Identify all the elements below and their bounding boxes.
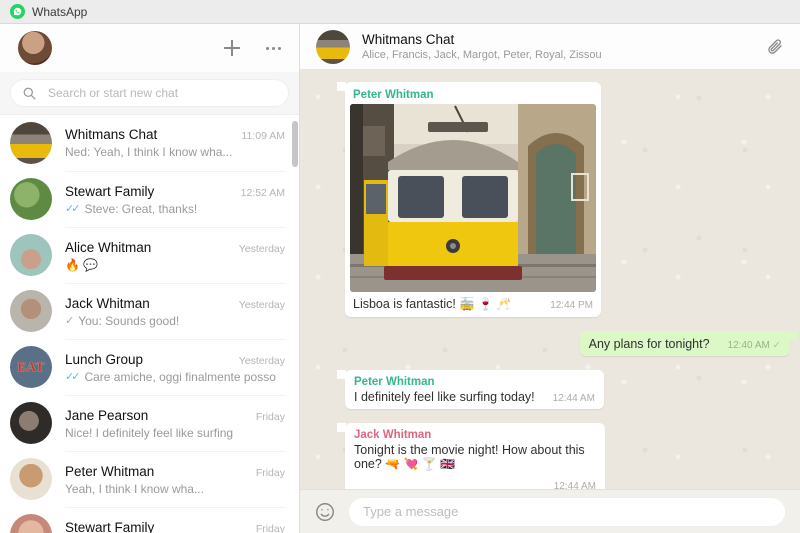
chat-list: Whitmans Chat 11:09 AM Ned: Yeah, I thin… bbox=[0, 115, 299, 533]
chat-preview: ✓ You: Sounds good! bbox=[65, 314, 285, 328]
chat-avatar-eat-sign: EAT bbox=[10, 346, 52, 388]
message-scroll-area[interactable]: Peter Whitman bbox=[300, 70, 800, 489]
message-sender: Jack Whitman bbox=[354, 429, 596, 441]
chat-avatar-jack bbox=[10, 290, 52, 332]
message-photo-peter[interactable]: Peter Whitman bbox=[345, 82, 601, 317]
conversation-title: Whitmans Chat bbox=[362, 32, 602, 47]
chat-avatar-stewart bbox=[10, 514, 52, 533]
search-box[interactable] bbox=[10, 79, 289, 107]
chat-time: Friday bbox=[256, 467, 285, 479]
chat-row-stewart-family-2[interactable]: Stewart Family Friday Steve: Great, than… bbox=[0, 507, 299, 533]
chat-row-alice-whitman[interactable]: Alice Whitman Yesterday 🔥 💬 bbox=[0, 227, 299, 283]
read-receipt-icon: ✓✓ bbox=[65, 202, 80, 215]
message-time: 12:44 AM bbox=[546, 481, 596, 489]
message-input-box[interactable] bbox=[348, 497, 786, 527]
conversation-panel: Whitmans Chat Alice, Francis, Jack, Marg… bbox=[300, 24, 800, 533]
new-chat-plus-icon[interactable] bbox=[224, 40, 240, 56]
chat-time: 11:09 AM bbox=[241, 130, 285, 142]
chat-name: Alice Whitman bbox=[65, 240, 151, 255]
chat-preview: ✓✓ Steve: Great, thanks! bbox=[65, 202, 285, 216]
chat-row-jack-whitman[interactable]: Jack Whitman Yesterday ✓ You: Sounds goo… bbox=[0, 283, 299, 339]
whatsapp-window: Whitmans Chat 11:09 AM Ned: Yeah, I thin… bbox=[0, 24, 800, 533]
app-title: WhatsApp bbox=[32, 5, 87, 19]
chat-row-jane-pearson[interactable]: Jane Pearson Friday Nice! I definitely f… bbox=[0, 395, 299, 451]
composer-bar bbox=[300, 489, 800, 533]
chat-time: Yesterday bbox=[239, 299, 285, 311]
message-emojis: 🔫 💘 🍸 🇬🇧 bbox=[385, 457, 455, 471]
chat-name: Jane Pearson bbox=[65, 408, 148, 423]
chat-name: Stewart Family bbox=[65, 184, 154, 199]
whatsapp-logo-icon bbox=[10, 4, 25, 19]
message-caption: Lisboa is fantastic! bbox=[353, 297, 456, 311]
sidebar-actions bbox=[224, 40, 281, 56]
sent-tick-icon: ✓ bbox=[773, 340, 781, 351]
chat-time: Yesterday bbox=[239, 355, 285, 367]
chat-avatar-alice bbox=[10, 234, 52, 276]
message-time: 12:40 AM bbox=[728, 340, 770, 351]
message-jack-movie-night[interactable]: Jack Whitman Tonight is the movie night!… bbox=[345, 423, 605, 489]
chat-name: Lunch Group bbox=[65, 352, 143, 367]
chat-preview: Nice! I definitely feel like surfing bbox=[65, 426, 285, 440]
chat-avatar-jane bbox=[10, 402, 52, 444]
sent-tick-icon: ✓ bbox=[65, 314, 74, 327]
message-input[interactable] bbox=[363, 504, 771, 519]
message-outgoing-plans[interactable]: Any plans for tonight? 12:40 AM ✓ bbox=[580, 331, 790, 356]
chat-time: Friday bbox=[256, 523, 285, 533]
window-titlebar: WhatsApp bbox=[0, 0, 800, 24]
caption-emojis: 🚋 🍷 🥂 bbox=[460, 297, 512, 311]
emoji-smiley-icon[interactable] bbox=[314, 501, 336, 523]
conversation-avatar-tram bbox=[316, 30, 350, 64]
chat-preview: ✓✓ Care amiche, oggi finalmente posso bbox=[65, 370, 285, 384]
read-receipt-icon: ✓✓ bbox=[65, 370, 80, 383]
sidebar: Whitmans Chat 11:09 AM Ned: Yeah, I thin… bbox=[0, 24, 300, 533]
chat-avatar-plants bbox=[10, 178, 52, 220]
message-text: Any plans for tonight? bbox=[589, 337, 710, 351]
sidebar-header bbox=[0, 24, 299, 72]
message-text: I definitely feel like surfing today! bbox=[354, 390, 535, 404]
search-strip bbox=[0, 72, 299, 115]
chat-preview: Yeah, I think I know wha... bbox=[65, 482, 285, 496]
attach-paperclip-icon[interactable] bbox=[766, 38, 784, 56]
sidebar-scrollbar[interactable] bbox=[292, 121, 298, 167]
message-time: 12:44 AM bbox=[545, 393, 595, 404]
conversation-header[interactable]: Whitmans Chat Alice, Francis, Jack, Marg… bbox=[300, 24, 800, 70]
chat-row-whitmans-chat[interactable]: Whitmans Chat 11:09 AM Ned: Yeah, I thin… bbox=[0, 115, 299, 171]
chat-row-lunch-group[interactable]: EAT Lunch Group Yesterday ✓✓ Care amiche… bbox=[0, 339, 299, 395]
message-sender: Peter Whitman bbox=[354, 376, 595, 388]
my-profile-avatar[interactable] bbox=[18, 31, 52, 65]
chat-time: Yesterday bbox=[239, 243, 285, 255]
chat-name: Stewart Family bbox=[65, 520, 154, 533]
tram-photo[interactable] bbox=[350, 104, 596, 292]
chat-name: Whitmans Chat bbox=[65, 127, 157, 142]
chat-row-peter-whitman[interactable]: Peter Whitman Friday Yeah, I think I kno… bbox=[0, 451, 299, 507]
menu-dots-icon[interactable] bbox=[266, 43, 281, 54]
message-peter-surfing[interactable]: Peter Whitman I definitely feel like sur… bbox=[345, 370, 604, 409]
conversation-participants: Alice, Francis, Jack, Margot, Peter, Roy… bbox=[362, 49, 602, 61]
chat-time: 12:52 AM bbox=[241, 187, 285, 199]
chat-avatar-peter bbox=[10, 458, 52, 500]
chat-name: Peter Whitman bbox=[65, 464, 154, 479]
chat-time: Friday bbox=[256, 411, 285, 423]
search-input[interactable] bbox=[48, 86, 276, 100]
chat-preview: 🔥 💬 bbox=[65, 258, 285, 272]
search-icon bbox=[23, 87, 36, 100]
chat-avatar-tram bbox=[10, 122, 52, 164]
message-time: 12:44 PM bbox=[550, 300, 593, 311]
chat-preview: Ned: Yeah, I think I know wha... bbox=[65, 145, 285, 159]
chat-name: Jack Whitman bbox=[65, 296, 150, 311]
message-sender: Peter Whitman bbox=[350, 87, 596, 104]
chat-row-stewart-family[interactable]: Stewart Family 12:52 AM ✓✓ Steve: Great,… bbox=[0, 171, 299, 227]
